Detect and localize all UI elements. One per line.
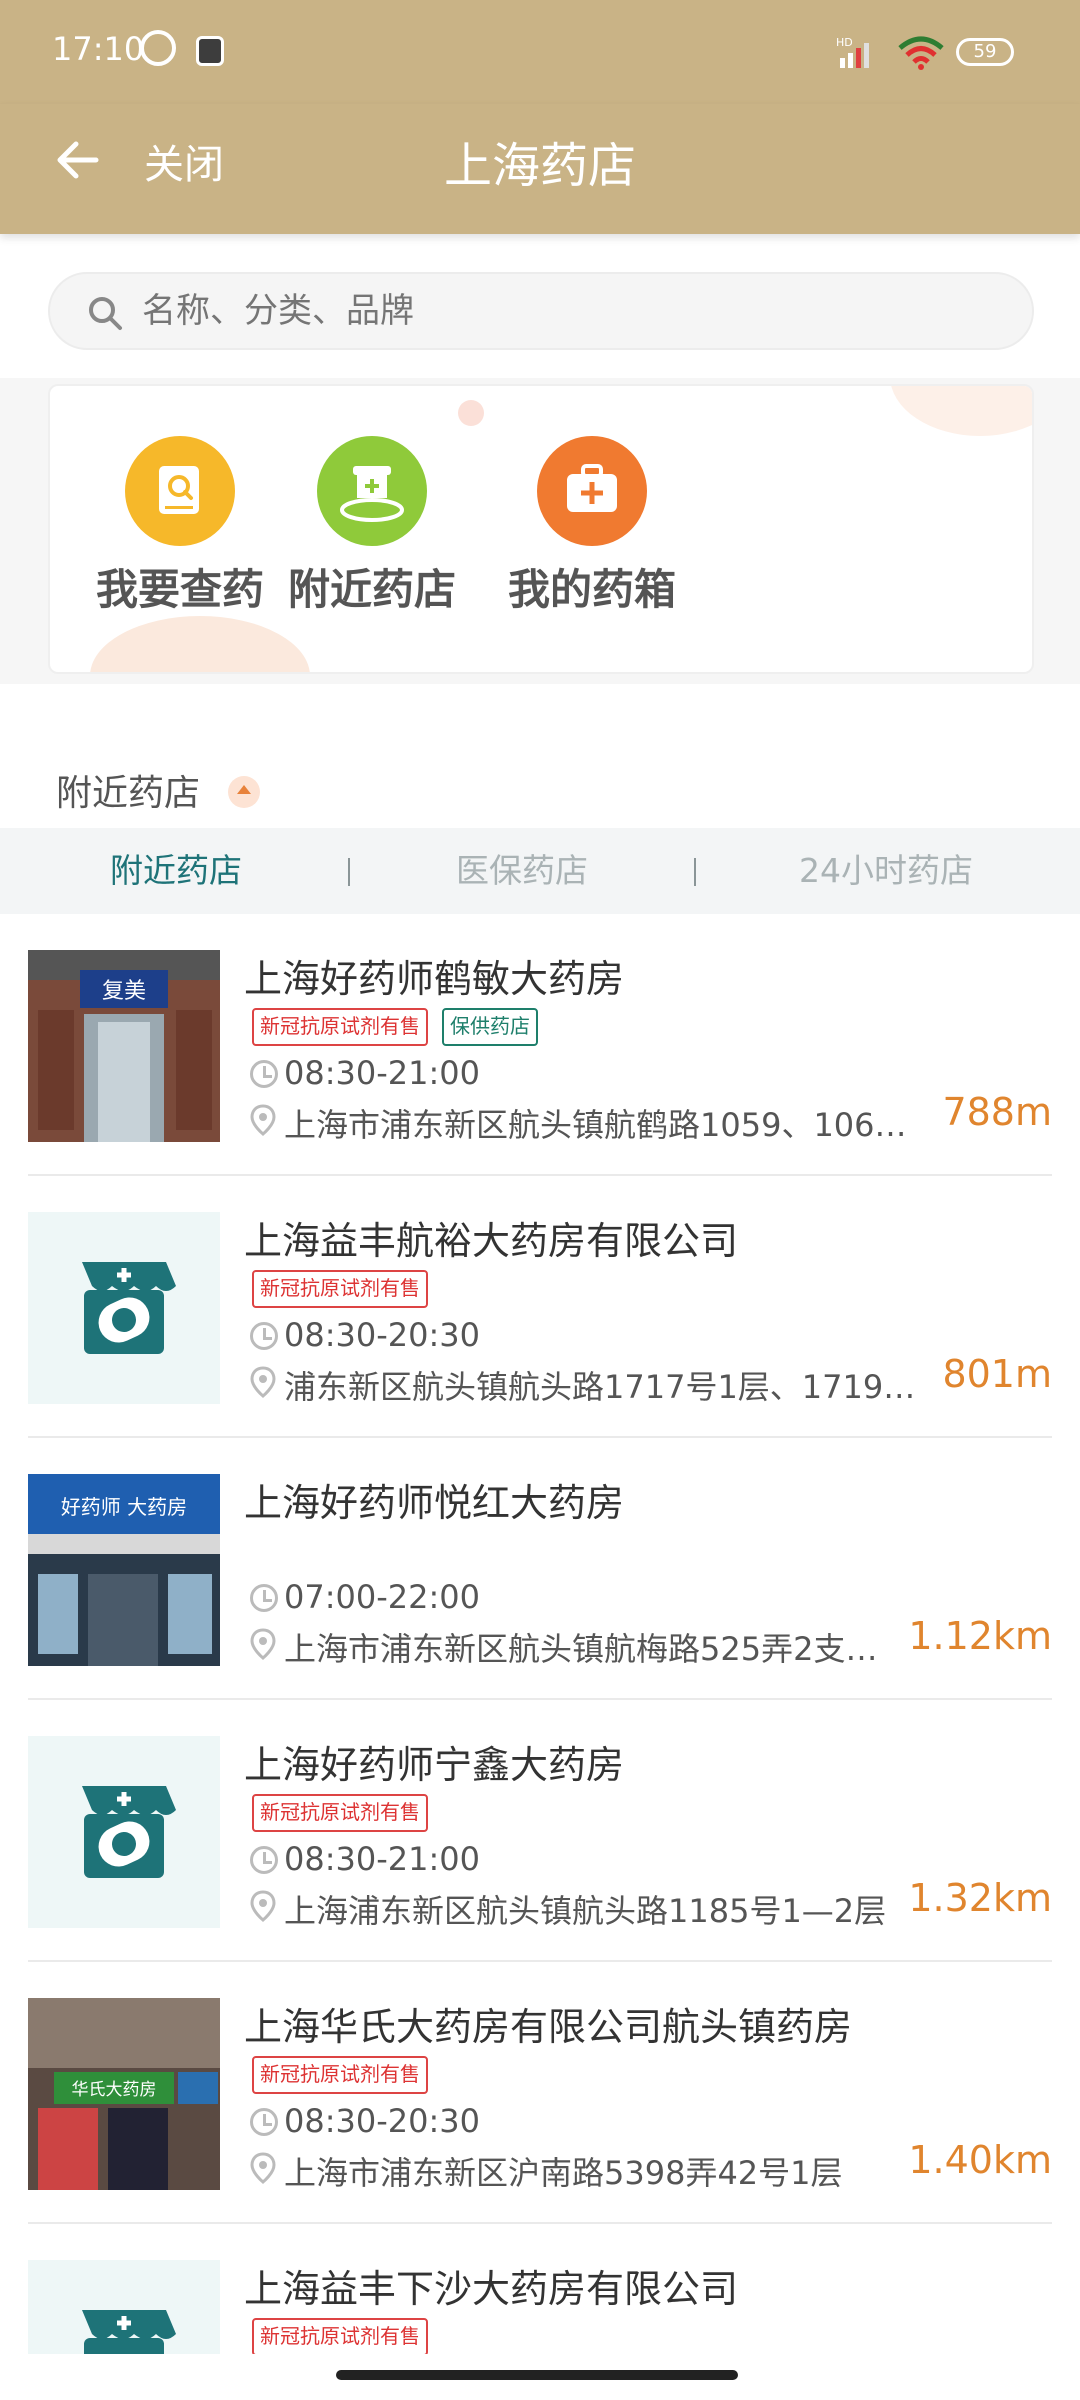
search-input[interactable]	[142, 274, 1002, 348]
store-hours: 08:30-20:30	[284, 1316, 480, 1354]
store-item[interactable]: 上海益丰下沙大药房有限公司 新冠抗原试剂有售	[28, 2224, 1052, 2354]
store-photo: 华氏大药房	[28, 1998, 220, 2190]
svg-text:HD: HD	[836, 36, 853, 49]
store-item[interactable]: 好药师 大药房 上海好药师悦红大药房 07:00-22:00 上海市浦东新区航头…	[28, 1438, 1052, 1700]
clock-icon	[250, 1846, 278, 1874]
page-title: 上海药店	[443, 138, 636, 194]
tab-nearby[interactable]: 附近药店	[56, 828, 296, 914]
collapse-arrow-icon[interactable]	[228, 776, 260, 808]
search-bar[interactable]	[48, 272, 1034, 350]
store-name: 上海益丰下沙大药房有限公司	[244, 2267, 739, 2311]
tag-supply-guaranteed: 保供药店	[442, 1008, 538, 1046]
clock-icon	[250, 1322, 278, 1350]
clock-icon	[250, 1060, 278, 1088]
medicine-box-icon	[537, 436, 647, 546]
store-distance: 1.12km	[908, 1614, 1052, 1658]
store-tags: 新冠抗原试剂有售 保供药店	[252, 1008, 552, 1048]
location-pin-icon	[250, 1104, 276, 1136]
tab-divider	[694, 858, 696, 886]
location-pin-icon	[250, 1890, 276, 1922]
tab-divider	[348, 858, 350, 886]
store-name: 上海好药师宁鑫大药房	[244, 1743, 625, 1787]
store-list: 复美 上海好药师鹤敏大药房 新冠抗原试剂有售 保供药店 08:30-21:00 上…	[0, 914, 1080, 2354]
store-distance: 801m	[942, 1352, 1052, 1396]
section-title: 附近药店	[56, 773, 201, 814]
alarm-icon	[140, 30, 176, 66]
decoration-dot	[458, 400, 484, 426]
store-placeholder-image	[28, 2260, 220, 2354]
location-pin-icon	[250, 2152, 276, 2184]
store-name: 上海好药师鹤敏大药房	[244, 957, 625, 1001]
store-hours: 07:00-22:00	[284, 1578, 480, 1616]
store-address: 上海市浦东新区航头镇航鹤路1059、1061…	[284, 1106, 924, 1144]
store-address: 上海市浦东新区沪南路5398弄42号1层	[284, 2154, 843, 2192]
battery-icon: 59	[956, 38, 1014, 66]
store-placeholder-image	[28, 1212, 220, 1404]
store-hours: 08:30-21:00	[284, 1840, 480, 1878]
status-time: 17:10	[52, 30, 145, 68]
wifi-icon	[898, 36, 944, 70]
store-sign: 华氏大药房	[72, 2080, 157, 2100]
navigation-bar: 关闭 上海药店	[0, 104, 1080, 234]
store-name: 上海华氏大药房有限公司航头镇药房	[244, 2005, 853, 2049]
clock-icon	[250, 2108, 278, 2136]
tag-antigen: 新冠抗原试剂有售	[252, 1008, 428, 1046]
tab-24-hours[interactable]: 24小时药店	[756, 828, 1016, 914]
search-book-icon	[125, 436, 235, 546]
store-name: 上海益丰航裕大药房有限公司	[244, 1219, 739, 1263]
store-tags: 新冠抗原试剂有售	[252, 2056, 442, 2096]
quick-action-my-medicine-box[interactable]: 我的药箱	[462, 436, 722, 636]
pharmacy-store-icon	[82, 1786, 176, 1878]
filter-tabs: 附近药店 医保药店 24小时药店	[0, 828, 1080, 914]
store-distance: 1.32km	[908, 1876, 1052, 1920]
decoration-blob	[890, 386, 1032, 436]
status-bar: 17:10 HD 59	[0, 0, 1080, 104]
pharmacy-store-icon	[82, 2310, 176, 2354]
pharmacy-location-icon	[317, 436, 427, 546]
clock-icon	[250, 1584, 278, 1612]
store-tags: 新冠抗原试剂有售	[252, 2318, 442, 2354]
tab-insurance[interactable]: 医保药店	[402, 828, 642, 914]
store-hours: 08:30-21:00	[284, 1054, 480, 1092]
quick-actions-card: 我要查药 附近药店 我的药箱	[48, 384, 1034, 674]
tag-antigen: 新冠抗原试剂有售	[252, 1270, 428, 1308]
quick-action-label: 我的药箱	[507, 565, 676, 614]
store-tags: 新冠抗原试剂有售	[252, 1270, 442, 1310]
pharmacy-store-icon	[82, 1262, 176, 1354]
store-distance: 1.40km	[908, 2138, 1052, 2182]
tag-antigen: 新冠抗原试剂有售	[252, 2318, 428, 2354]
store-address: 浦东新区航头镇航头路1717号1层、1719…	[284, 1368, 916, 1406]
store-name: 上海好药师悦红大药房	[244, 1481, 625, 1525]
store-distance: 788m	[942, 1090, 1052, 1134]
app-notification-icon	[196, 36, 224, 66]
search-icon	[89, 297, 122, 330]
store-placeholder-image	[28, 1736, 220, 1928]
store-photo: 复美	[28, 950, 220, 1142]
store-photo: 好药师 大药房	[28, 1474, 220, 1666]
location-pin-icon	[250, 1366, 276, 1398]
tag-antigen: 新冠抗原试剂有售	[252, 1794, 428, 1832]
tag-antigen: 新冠抗原试剂有售	[252, 2056, 428, 2094]
store-item[interactable]: 华氏大药房 上海华氏大药房有限公司航头镇药房 新冠抗原试剂有售 08:30-20…	[28, 1962, 1052, 2224]
location-pin-icon	[250, 1628, 276, 1660]
store-item[interactable]: 上海好药师宁鑫大药房 新冠抗原试剂有售 08:30-21:00 上海浦东新区航头…	[28, 1700, 1052, 1962]
store-address: 上海浦东新区航头镇航头路1185号1—2层	[284, 1892, 887, 1930]
signal-icon: HD	[836, 36, 869, 68]
store-address: 上海市浦东新区航头镇航梅路525弄2支…	[284, 1630, 878, 1668]
store-sign: 复美	[102, 979, 146, 1004]
store-tags: 新冠抗原试剂有售	[252, 1794, 442, 1834]
store-item[interactable]: 复美 上海好药师鹤敏大药房 新冠抗原试剂有售 保供药店 08:30-21:00 上…	[28, 914, 1052, 1176]
home-indicator[interactable]	[336, 2370, 738, 2380]
store-item[interactable]: 上海益丰航裕大药房有限公司 新冠抗原试剂有售 08:30-20:30 浦东新区航…	[28, 1176, 1052, 1438]
store-sign: 好药师 大药房	[61, 1495, 187, 1519]
store-hours: 08:30-20:30	[284, 2102, 480, 2140]
